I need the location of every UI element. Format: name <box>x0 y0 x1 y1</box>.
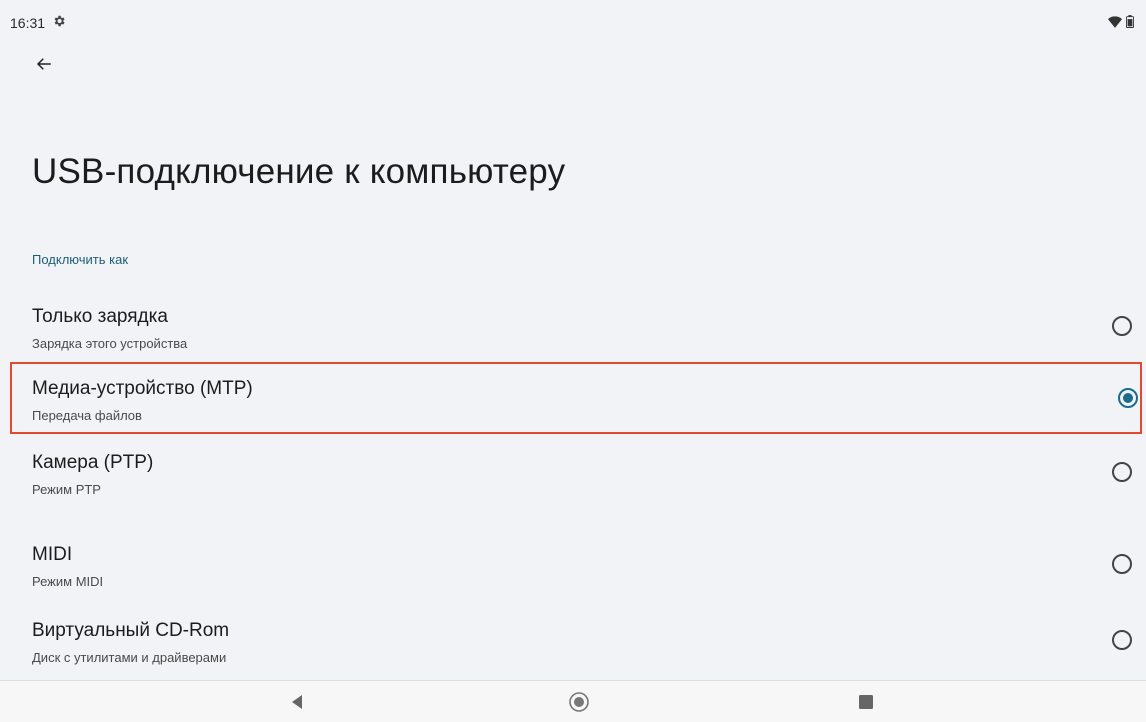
wifi-icon <box>1108 15 1122 33</box>
option-title: Только зарядка <box>32 306 168 327</box>
navigation-bar <box>0 680 1146 722</box>
option-subtitle: Передача файлов <box>32 408 142 423</box>
nav-back-icon[interactable] <box>288 693 306 711</box>
option-subtitle: Зарядка этого устройства <box>32 336 188 351</box>
option-charging-only[interactable]: Только зарядка Зарядка этого устройства <box>0 290 1146 362</box>
radio-button-selected[interactable] <box>1118 388 1138 408</box>
option-media-device-mtp[interactable]: Медиа-устройство (MTP) Передача файлов <box>10 362 1142 434</box>
option-title: Медиа-устройство (MTP) <box>32 378 253 399</box>
settings-gear-icon <box>52 14 66 28</box>
option-subtitle: Режим PTP <box>32 482 101 497</box>
option-title: Камера (PTP) <box>32 452 154 473</box>
radio-button[interactable] <box>1112 630 1132 650</box>
back-button[interactable] <box>28 50 60 82</box>
nav-recents-icon[interactable] <box>858 694 874 710</box>
section-header: Подключить как <box>32 252 129 267</box>
arrow-back-icon <box>35 55 53 78</box>
option-virtual-cd-rom[interactable]: Виртуальный CD-Rom Диск с утилитами и др… <box>0 604 1146 676</box>
radio-button[interactable] <box>1112 554 1132 574</box>
option-camera-ptp[interactable]: Камера (PTP) Режим PTP <box>0 436 1146 508</box>
option-subtitle: Режим MIDI <box>32 574 104 589</box>
option-midi[interactable]: MIDI Режим MIDI <box>0 528 1146 600</box>
option-title: Виртуальный CD-Rom <box>32 620 230 641</box>
battery-icon <box>1125 15 1135 33</box>
status-bar: 16:31 <box>0 0 1146 44</box>
option-subtitle: Диск с утилитами и драйверами <box>32 650 227 665</box>
status-time: 16:31 <box>10 15 46 31</box>
option-title: MIDI <box>32 544 73 565</box>
radio-button[interactable] <box>1112 316 1132 336</box>
page-title: USB-подключение к компьютеру <box>32 152 566 191</box>
radio-button[interactable] <box>1112 462 1132 482</box>
status-icons <box>1108 15 1135 33</box>
nav-home-icon[interactable] <box>568 691 590 713</box>
